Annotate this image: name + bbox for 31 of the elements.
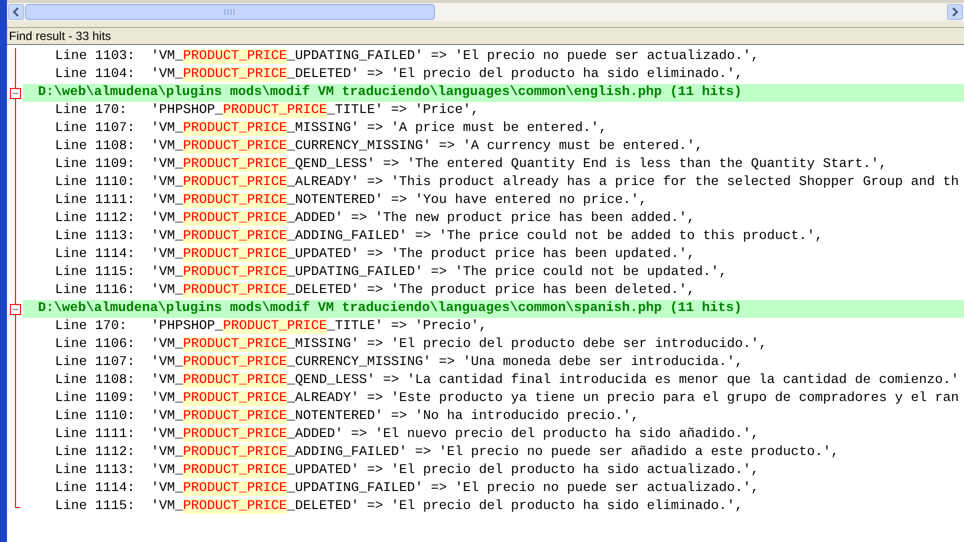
- file-header[interactable]: D:\web\almudena\plugins mods\modif VM traduciendo\languages\common\spanish.php (11 hits): [23, 300, 964, 318]
- scrollbar-thumb[interactable]: [25, 4, 435, 20]
- result-line[interactable]: Line 1107: 'VM_PRODUCT_PRICE_MISSING' => 'A price must be entered.',: [55, 121, 607, 136]
- result-line[interactable]: Line 1109: 'VM_PRODUCT_PRICE_QEND_LESS' => 'The entered Quantity End is less than the Quantity Start.',: [55, 157, 887, 172]
- horizontal-scrollbar[interactable]: [7, 3, 964, 21]
- file-header[interactable]: D:\web\almudena\plugins mods\modif VM traduciendo\languages\common\english.php (11 hits): [23, 84, 964, 102]
- collapse-icon[interactable]: [10, 88, 21, 99]
- result-line[interactable]: Line 1115: 'VM_PRODUCT_PRICE_DELETED' => 'El precio del producto ha sido eliminado.',: [55, 499, 743, 514]
- result-line[interactable]: Line 1103: 'VM_PRODUCT_PRICE_UPDATING_FAILED' => 'El precio no puede ser actualizado.',: [55, 49, 759, 64]
- result-line[interactable]: Line 1108: 'VM_PRODUCT_PRICE_CURRENCY_MISSING' => 'A currency must be entered.',: [55, 139, 703, 154]
- result-line[interactable]: Line 170: 'PHPSHOP_PRODUCT_PRICE_TITLE' => 'Precio',: [55, 319, 487, 334]
- result-line[interactable]: Line 1115: 'VM_PRODUCT_PRICE_UPDATING_FAILED' => 'The price could not be updated.',: [55, 265, 727, 280]
- result-line[interactable]: Line 1112: 'VM_PRODUCT_PRICE_ADDED' => 'The new product price has been added.',: [55, 211, 695, 226]
- result-line[interactable]: Line 1114: 'VM_PRODUCT_PRICE_UPDATED' => 'The product price has been updated.',: [55, 247, 695, 262]
- result-line[interactable]: Line 1108: 'VM_PRODUCT_PRICE_QEND_LESS' => 'La cantidad final introducida es menor que la cantidad de comienzo.': [55, 373, 959, 388]
- result-line[interactable]: Line 1114: 'VM_PRODUCT_PRICE_UPDATING_FAILED' => 'El precio no puede ser actualizado.',: [55, 481, 759, 496]
- result-line[interactable]: Line 1107: 'VM_PRODUCT_PRICE_CURRENCY_MISSING' => 'Una moneda debe ser introducida.',: [55, 355, 743, 370]
- result-line[interactable]: Line 1110: 'VM_PRODUCT_PRICE_ALREADY' => 'This product already has a price for the selected Shopper Group and th: [55, 175, 959, 190]
- result-line[interactable]: Line 1113: 'VM_PRODUCT_PRICE_UPDATED' => 'El precio del producto ha sido actualizado.',: [55, 463, 759, 478]
- result-line[interactable]: Line 1113: 'VM_PRODUCT_PRICE_ADDING_FAILED' => 'The price could not be added to this product.',: [55, 229, 823, 244]
- result-line[interactable]: Line 1112: 'VM_PRODUCT_PRICE_ADDING_FAILED' => 'El precio no puede ser añadido a este producto.',: [55, 445, 839, 460]
- result-line[interactable]: Line 1116: 'VM_PRODUCT_PRICE_DELETED' => 'The product price has been deleted.',: [55, 283, 695, 298]
- result-line[interactable]: Line 1104: 'VM_PRODUCT_PRICE_DELETED' => 'El precio del producto ha sido eliminado.',: [55, 67, 743, 82]
- result-line[interactable]: Line 1110: 'VM_PRODUCT_PRICE_NOTENTERED' => 'No ha introducido precio.',: [55, 409, 639, 424]
- collapse-icon[interactable]: [10, 304, 21, 315]
- result-line[interactable]: Line 1111: 'VM_PRODUCT_PRICE_ADDED' => 'El nuevo precio del producto ha sido añadido.',: [55, 427, 759, 442]
- result-line[interactable]: Line 170: 'PHPSHOP_PRODUCT_PRICE_TITLE' => 'Price',: [55, 103, 479, 118]
- result-line[interactable]: Line 1106: 'VM_PRODUCT_PRICE_MISSING' => 'El precio del producto debe ser introducido.',: [55, 337, 767, 352]
- panel-title: Find result - 33 hits: [9, 30, 112, 42]
- result-line[interactable]: Line 1111: 'VM_PRODUCT_PRICE_NOTENTERED' => 'You have entered no price.',: [55, 193, 647, 208]
- result-line[interactable]: Line 1109: 'VM_PRODUCT_PRICE_ALREADY' => 'Este producto ya tiene un precio para el grupo de compradores y el ran: [55, 391, 959, 406]
